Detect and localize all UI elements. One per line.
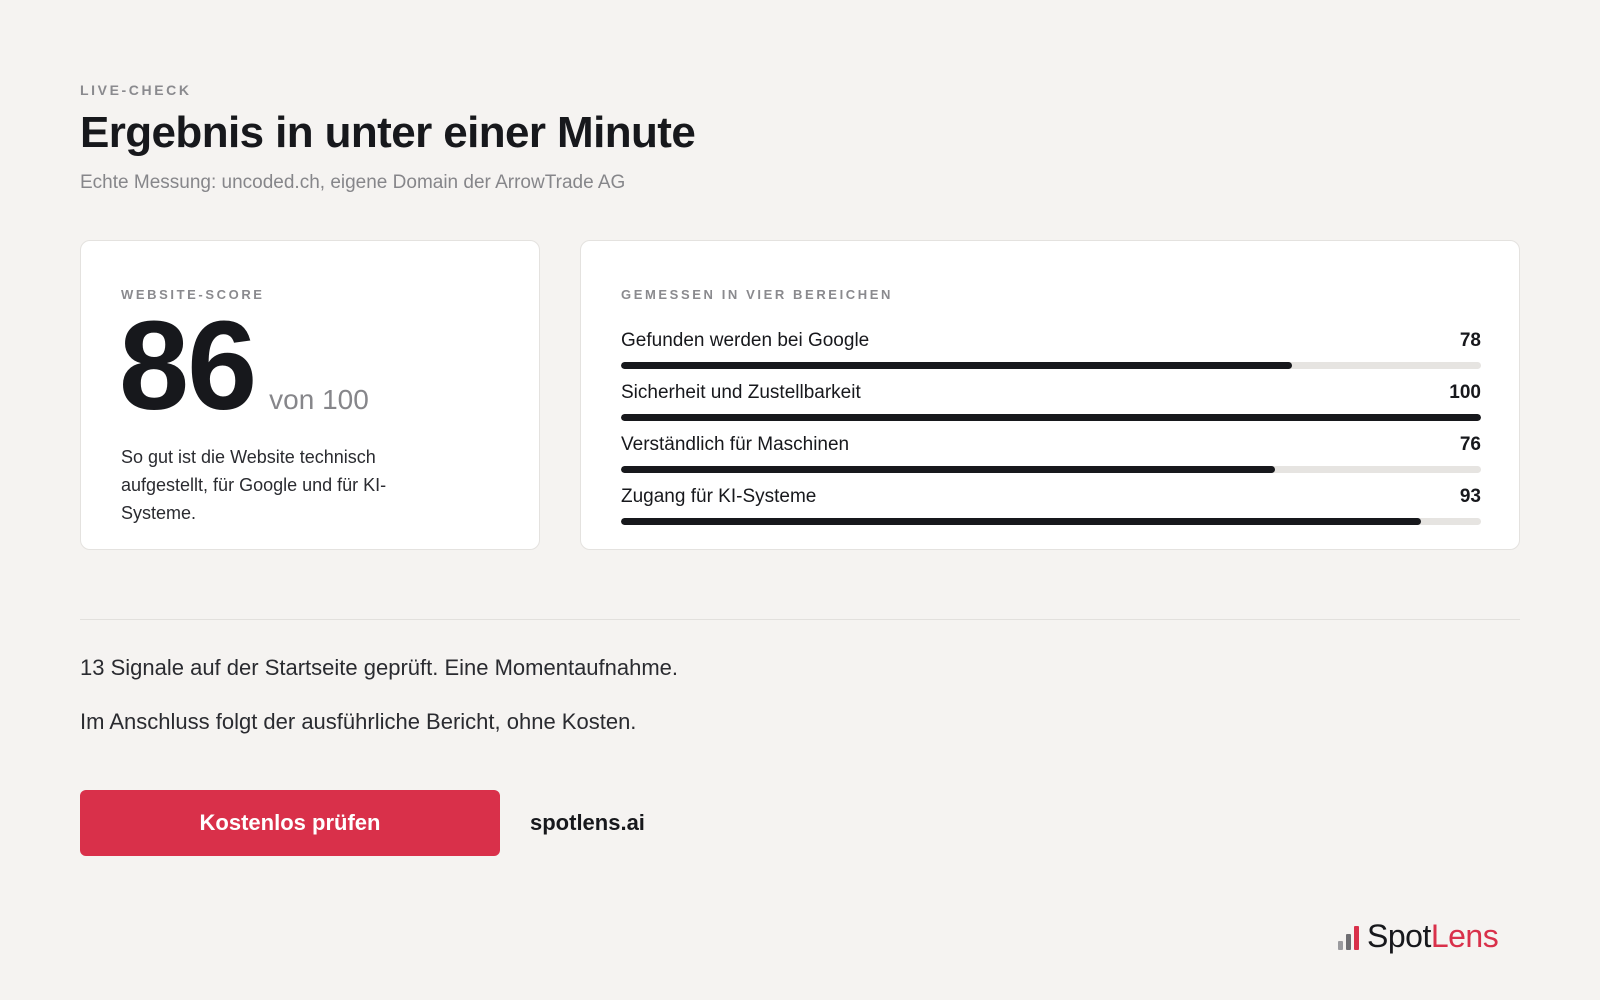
score-row: 86 von 100 <box>119 303 369 429</box>
area-label: Sicherheit und Zustellbarkeit <box>621 382 861 403</box>
progress-track <box>621 414 1481 421</box>
score-description: So gut ist die Website technisch aufgest… <box>121 447 387 523</box>
progress-track <box>621 518 1481 525</box>
areas-card-label: GEMESSEN IN VIER BEREICHEN <box>621 287 894 302</box>
website-score-card: WEBSITE-SCORE 86 von 100 So gut ist die … <box>80 240 540 550</box>
area-value: 100 <box>1449 382 1481 403</box>
section-divider <box>80 619 1520 620</box>
areas-list: Gefunden werden bei Google 78 Sicherheit… <box>621 327 1481 535</box>
page-subtitle: Echte Messung: uncoded.ch, eigene Domain… <box>80 172 626 193</box>
score-value: 86 <box>119 295 257 436</box>
area-item-google: Gefunden werden bei Google 78 <box>621 327 1481 379</box>
progress-fill <box>621 362 1292 369</box>
area-value: 76 <box>1459 434 1481 455</box>
score-max-label: von 100 <box>269 384 369 415</box>
area-item-ai-access: Zugang für KI-Systeme 93 <box>621 483 1481 535</box>
brand-logo: SpotLens <box>1338 918 1499 955</box>
brand-name: SpotLens <box>1367 918 1499 955</box>
area-value: 93 <box>1459 486 1481 507</box>
brand-name-part1: Spot <box>1367 918 1431 954</box>
page: LIVE-CHECK Ergebnis in unter einer Minut… <box>0 0 1600 1000</box>
progress-fill <box>621 518 1421 525</box>
brand-name-part2: Lens <box>1430 918 1499 954</box>
bar-chart-icon <box>1338 924 1359 950</box>
areas-card: GEMESSEN IN VIER BEREICHEN Gefunden werd… <box>580 240 1520 550</box>
report-text: Im Anschluss folgt der ausführliche Beri… <box>80 709 637 734</box>
progress-fill <box>621 414 1481 421</box>
area-label: Gefunden werden bei Google <box>621 330 870 351</box>
area-label: Verständlich für Maschinen <box>621 434 850 455</box>
signals-text: 13 Signale auf der Startseite geprüft. E… <box>80 655 679 680</box>
page-title: Ergebnis in unter einer Minute <box>80 108 696 157</box>
area-label: Zugang für KI-Systeme <box>621 486 817 507</box>
progress-track <box>621 362 1481 369</box>
area-item-machines: Verständlich für Maschinen 76 <box>621 431 1481 483</box>
area-item-security: Sicherheit und Zustellbarkeit 100 <box>621 379 1481 431</box>
progress-fill <box>621 466 1275 473</box>
area-value: 78 <box>1459 330 1481 351</box>
eyebrow-label: LIVE-CHECK <box>80 82 192 98</box>
progress-track <box>621 466 1481 473</box>
check-free-button[interactable]: Kostenlos prüfen <box>80 790 500 856</box>
spotlens-link[interactable]: spotlens.ai <box>530 810 645 836</box>
